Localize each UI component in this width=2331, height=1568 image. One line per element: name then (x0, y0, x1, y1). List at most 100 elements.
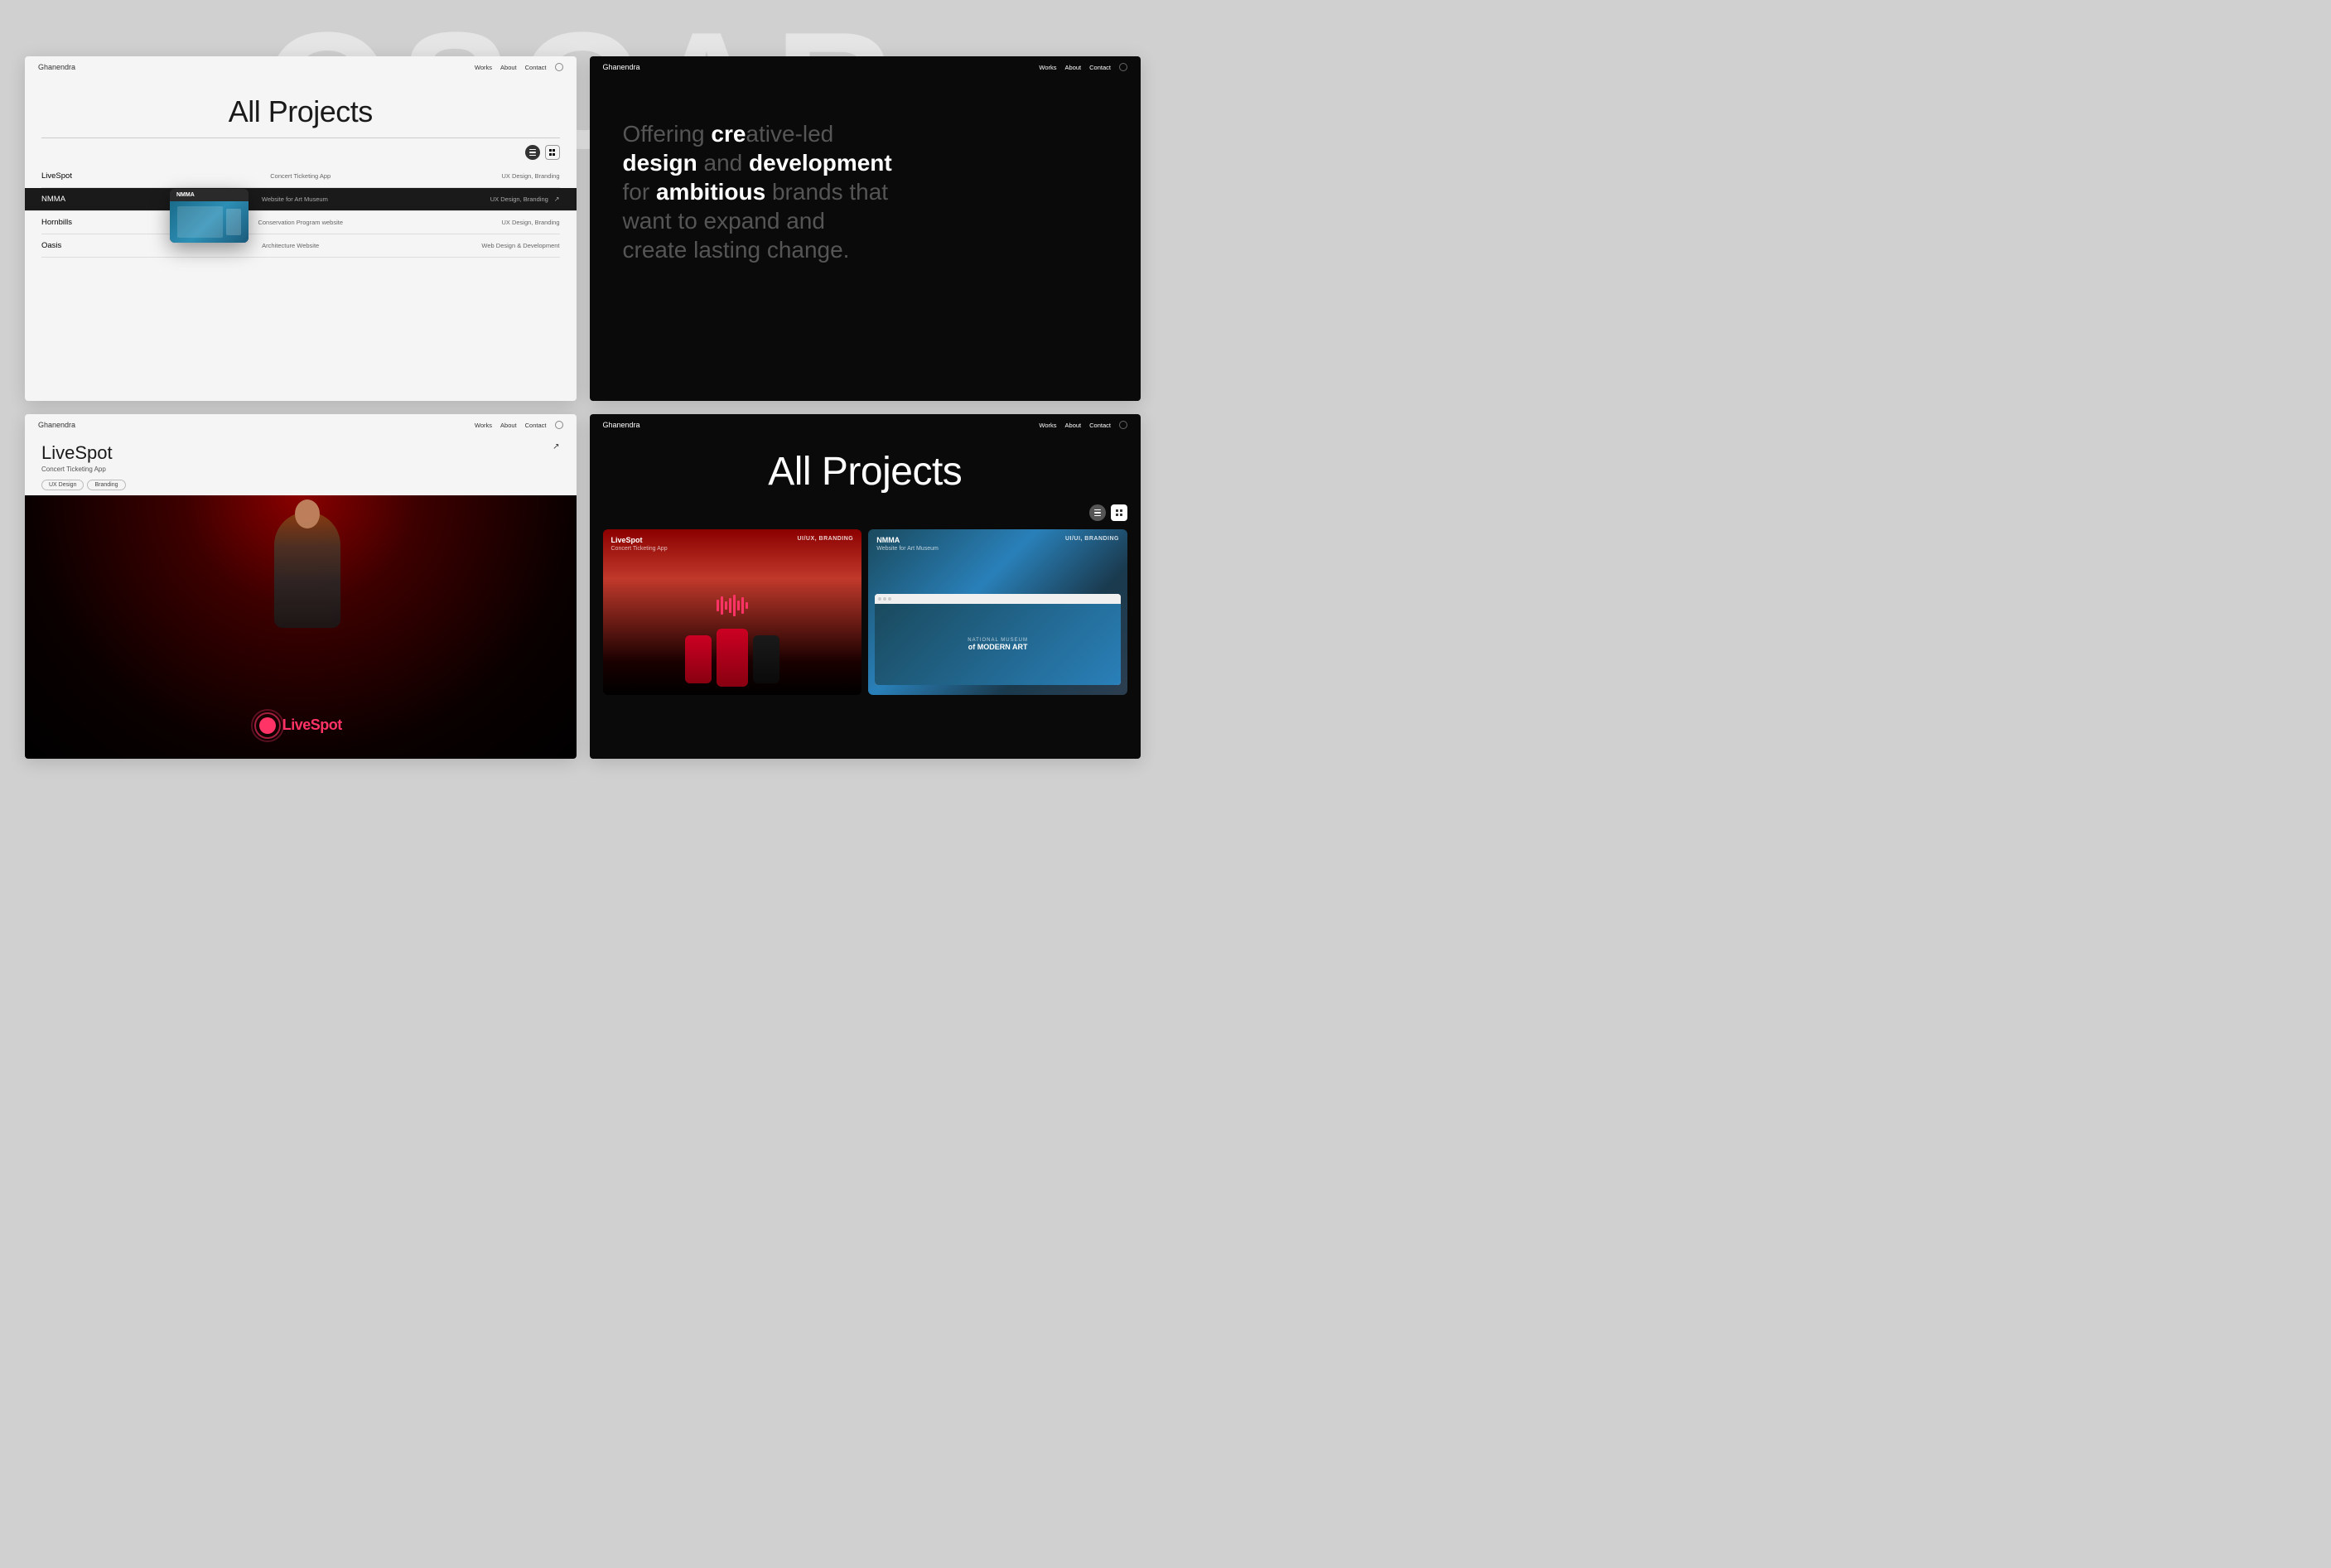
wave-bars (717, 595, 748, 616)
card-livespot-name: LiveSpot (611, 536, 668, 544)
project-row-nmma[interactable]: NMMA Website for Art Museum UX Design, B… (25, 188, 577, 211)
hero-text-development: development (749, 150, 892, 176)
theme-toggle-p2[interactable] (1119, 63, 1127, 71)
card-livespot-content (603, 571, 862, 695)
project-row-hornbills[interactable]: Hornbills Conservation Program website U… (41, 211, 560, 234)
project-tags-livespot: UX Design, Branding (501, 172, 559, 180)
panel-dark-hero: Ghanendra Works About Contact Offering c… (590, 56, 1141, 401)
project-title-p3: LiveSpot (41, 442, 113, 464)
theme-toggle-p1[interactable] (555, 63, 563, 71)
nav-links-panel2: Works About Contact (1039, 63, 1127, 71)
all-projects-title-p1: All Projects (25, 78, 577, 138)
list-icon-p1 (529, 149, 536, 157)
list-icon-p4 (1094, 509, 1101, 517)
concert-performer (274, 512, 340, 628)
nmma-browser-mock: NATIONAL MUSEUM of MODERN ART (875, 594, 1121, 685)
nav-links-panel1: Works About Contact (475, 63, 563, 71)
concert-background: LiveSpot (25, 495, 577, 759)
project-list-p1: LiveSpot Concert Ticketing App UX Design… (25, 165, 577, 258)
card-label-nmma: NMMA Website for Art Museum UI/UI, BRAND… (868, 529, 1127, 558)
tags-row-p3: UX Design Branding (25, 476, 577, 495)
nav-contact-p4[interactable]: Contact (1089, 422, 1111, 429)
nav-about-p4[interactable]: About (1065, 422, 1082, 429)
project-desc-hornbills: Conservation Program website (99, 219, 501, 226)
projects-grid-p4: LiveSpot Concert Ticketing App UI/UX, BR… (590, 529, 1141, 695)
project-tags-nmma: UX Design, Branding ↗ (490, 195, 560, 203)
project-name-oasis: Oasis (41, 241, 99, 250)
nav-about-p2[interactable]: About (1065, 64, 1082, 71)
tag-branding-p3: Branding (87, 480, 125, 490)
hero-text-cre: cre (711, 121, 746, 147)
hero-text-ambitious: ambitious (656, 179, 765, 205)
card-nmma-content: NATIONAL MUSEUM of MODERN ART (868, 587, 1127, 695)
nav-about-p3[interactable]: About (500, 422, 517, 429)
card-phones (685, 629, 779, 687)
nav-works-p2[interactable]: Works (1039, 64, 1056, 71)
nmma-dot-2 (883, 597, 886, 601)
grid-view-btn-p1[interactable] (545, 145, 560, 160)
brand-panel4: Ghanendra (603, 421, 640, 429)
nav-contact-p3[interactable]: Contact (525, 422, 547, 429)
nav-works-p4[interactable]: Works (1039, 422, 1056, 429)
project-name-hornbills: Hornbills (41, 218, 99, 227)
livespot-card-visuals (603, 571, 862, 687)
tooltip-header: NMMA (170, 189, 249, 201)
hero-text-and1: and (697, 150, 749, 176)
project-info-p3: LiveSpot Concert Ticketing App (41, 442, 113, 473)
brand-panel2: Ghanendra (603, 63, 640, 71)
list-view-btn-p1[interactable] (525, 145, 540, 160)
nav-links-panel4: Works About Contact (1039, 421, 1127, 429)
tooltip-browser-mock (177, 206, 223, 238)
panel-dark-projects-grid: Ghanendra Works About Contact All Projec… (590, 414, 1141, 759)
card-livespot-sub: Concert Ticketing App (611, 546, 668, 552)
card-nmma-name: NMMA (876, 536, 939, 544)
nav-about-p1[interactable]: About (500, 64, 517, 71)
nmma-museum-title: of MODERN ART (968, 643, 1028, 652)
theme-toggle-p3[interactable] (555, 421, 563, 429)
hero-tagline-p2: Offering creative-leddesign and developm… (623, 119, 1108, 264)
phone-left-screen (685, 635, 712, 683)
nav-links-panel3: Works About Contact (475, 421, 563, 429)
brand-panel1: Ghanendra (38, 63, 75, 71)
all-projects-title-p4: All Projects (590, 436, 1141, 504)
card-nmma-info: NMMA Website for Art Museum (876, 536, 939, 552)
nmma-browser-nav (875, 594, 1121, 604)
panels-grid: Ghanendra Works About Contact All Projec… (25, 56, 1141, 759)
ext-link-p3[interactable]: ↗ (553, 442, 559, 451)
tooltip-image-inner (170, 201, 249, 243)
project-row-livespot[interactable]: LiveSpot Concert Ticketing App UX Design… (41, 165, 560, 188)
hero-text-ative: ative-led (746, 121, 833, 147)
project-row-oasis[interactable]: Oasis Architecture Website Web Design & … (41, 234, 560, 258)
nav-contact-p1[interactable]: Contact (525, 64, 547, 71)
nav-contact-p2[interactable]: Contact (1089, 64, 1111, 71)
nav-panel3: Ghanendra Works About Contact (25, 414, 577, 436)
grid-view-btn-p4[interactable] (1111, 504, 1127, 521)
nav-panel2: Ghanendra Works About Contact (590, 56, 1141, 78)
nav-works-p1[interactable]: Works (475, 64, 492, 71)
project-card-livespot-p4[interactable]: LiveSpot Concert Ticketing App UI/UX, BR… (603, 529, 862, 695)
card-livespot-info: LiveSpot Concert Ticketing App (611, 536, 668, 552)
card-livespot-tags: UI/UX, BRANDING (797, 536, 853, 542)
grid-icon-p1 (549, 149, 556, 156)
project-tags-oasis: Web Design & Development (481, 242, 559, 249)
nav-panel4: Ghanendra Works About Contact (590, 414, 1141, 436)
nav-works-p3[interactable]: Works (475, 422, 492, 429)
arrow-nmma: ↗ (554, 195, 560, 203)
nav-panel1: Ghanendra Works About Contact (25, 56, 577, 78)
phone-center-screen (717, 629, 748, 687)
project-tags-hornbills: UX Design, Branding (501, 219, 559, 226)
brand-panel3: Ghanendra (38, 421, 75, 429)
list-view-btn-p4[interactable] (1089, 504, 1106, 521)
hero-text-design: design (623, 150, 697, 176)
livespot-brand-text: LiveSpot (282, 716, 342, 734)
view-toggles-p1 (25, 145, 577, 165)
tooltip-image (170, 201, 249, 243)
project-card-nmma-p4[interactable]: NMMA Website for Art Museum UI/UI, BRAND… (868, 529, 1127, 695)
phone-right-screen (753, 635, 779, 683)
hero-content-p2: Offering creative-leddesign and developm… (590, 78, 1141, 281)
view-toggles-p4 (590, 504, 1141, 529)
panel-light-livespot: Ghanendra Works About Contact LiveSpot C… (25, 414, 577, 759)
tag-ux-p3: UX Design (41, 480, 84, 490)
grid-icon-p4 (1116, 509, 1122, 516)
theme-toggle-p4[interactable] (1119, 421, 1127, 429)
